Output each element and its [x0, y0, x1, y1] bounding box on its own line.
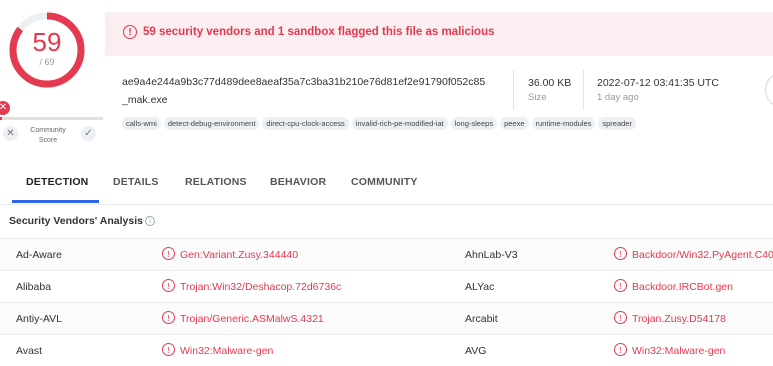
active-tab-indicator — [12, 200, 99, 203]
tab-behavior[interactable]: BEHAVIOR — [270, 176, 326, 188]
vendor-result[interactable]: Trojan/Generic.ASMalwS.4321 — [180, 313, 324, 325]
community-label-line1: Community — [30, 127, 66, 134]
file-name: _mak.exe — [122, 94, 168, 106]
file-size-label: Size — [528, 92, 547, 103]
file-type-icon-button[interactable] — [765, 72, 773, 108]
vendor-name: Avast — [16, 345, 43, 357]
vendor-name: Ad-Aware — [16, 249, 62, 261]
vendors-table: Ad-Aware! Gen:Variant.Zusy.344440 AhnLab-V… — [0, 238, 773, 366]
tab-detection[interactable]: DETECTION — [26, 176, 88, 188]
vendor-result[interactable]: Trojan:Win32/Deshacop.72d6736c — [180, 281, 341, 293]
score-total: / 69 — [39, 57, 55, 67]
file-hash[interactable]: ae9a4e244a9b3c77d489dee8aeaf35a7c3ba31b2… — [122, 76, 485, 88]
malicious-icon: ! — [614, 279, 627, 292]
malicious-icon: ! — [162, 247, 175, 260]
detection-score-ring: 59 / 69 — [9, 12, 85, 88]
analysis-date-value: 2022-07-12 03:41:35 UTC — [597, 77, 719, 89]
section-title: Security Vendors' Analysis — [9, 215, 143, 227]
vendor-result[interactable]: Backdoor/Win32.PyAgent.C4018 — [632, 249, 773, 261]
community-score-marker: ✕ — [0, 101, 10, 115]
file-tag[interactable]: invalid-rich-pe-modified-iat — [351, 117, 448, 130]
vendor-result[interactable]: Backdoor.IRCBot.gen — [632, 281, 733, 293]
malicious-icon: ! — [614, 311, 627, 324]
tab-details[interactable]: DETAILS — [113, 176, 159, 188]
vendor-name: AhnLab-V3 — [465, 249, 518, 261]
report-tabs: DETECTION DETAILS RELATIONS BEHAVIOR COM… — [0, 160, 773, 205]
malicious-icon: ! — [162, 343, 175, 356]
divider — [583, 70, 584, 110]
vendor-result[interactable]: Trojan.Zusy.D54178 — [632, 313, 726, 325]
vendor-row: Ad-Aware! Gen:Variant.Zusy.344440 AhnLab-V… — [0, 238, 773, 270]
file-tag[interactable]: detect-debug-environment — [163, 117, 260, 130]
divider — [513, 70, 514, 110]
alert-text: 59 security vendors and 1 sandbox flagge… — [143, 26, 495, 38]
file-tag[interactable]: direct-cpu-clock-access — [262, 117, 349, 130]
vendor-name: AVG — [465, 345, 487, 357]
file-tag[interactable]: spreader — [598, 117, 636, 130]
vendor-name: Antiy-AVL — [16, 313, 62, 325]
info-icon[interactable]: i — [145, 216, 155, 226]
vendor-name: ALYac — [465, 281, 495, 293]
file-size-value: 36.00 KB — [528, 77, 572, 89]
vendor-row: Antiy-AVL! Trojan/Generic.ASMalwS.4321 Arc… — [0, 302, 773, 334]
vendor-result[interactable]: Gen:Variant.Zusy.344440 — [180, 249, 298, 261]
vote-malicious-button[interactable]: ✕ — [3, 126, 18, 141]
malicious-icon: ! — [162, 311, 175, 324]
file-tag[interactable]: long-sleeps — [450, 117, 498, 130]
tab-community[interactable]: COMMUNITY — [351, 176, 418, 188]
file-tags: calls-wmi detect-debug-environment direct-… — [122, 113, 639, 131]
alert-icon: ! — [123, 25, 137, 39]
file-tag[interactable]: runtime-modules — [531, 117, 596, 130]
file-tag[interactable]: calls-wmi — [122, 117, 161, 130]
malicious-icon: ! — [614, 343, 627, 356]
vendor-name: Alibaba — [16, 281, 52, 293]
vendor-result[interactable]: Win32:Malware-gen — [180, 345, 273, 357]
malicious-icon: ! — [162, 279, 175, 292]
vote-harmless-button[interactable]: ✓ — [81, 126, 96, 141]
score-positives: 59 — [32, 27, 62, 57]
analysis-date-relative: 1 day ago — [597, 92, 639, 103]
vendor-result[interactable]: Win32:Malware-gen — [632, 345, 725, 357]
malicious-alert-banner: ! 59 security vendors and 1 sandbox flag… — [105, 12, 773, 56]
community-score-bar — [0, 117, 103, 120]
vendor-row: Alibaba! Trojan:Win32/Deshacop.72d6736c AL… — [0, 270, 773, 302]
community-label-line2: Score — [38, 137, 58, 144]
file-tag[interactable]: peexe — [500, 117, 529, 130]
community-score-label: Community Score — [26, 126, 70, 146]
malicious-icon: ! — [614, 247, 627, 260]
vendor-row: Avast! Win32:Malware-gen AVG! Win32:Malware… — [0, 334, 773, 366]
vendor-name: Arcabit — [465, 313, 498, 325]
tab-relations[interactable]: RELATIONS — [185, 176, 247, 188]
